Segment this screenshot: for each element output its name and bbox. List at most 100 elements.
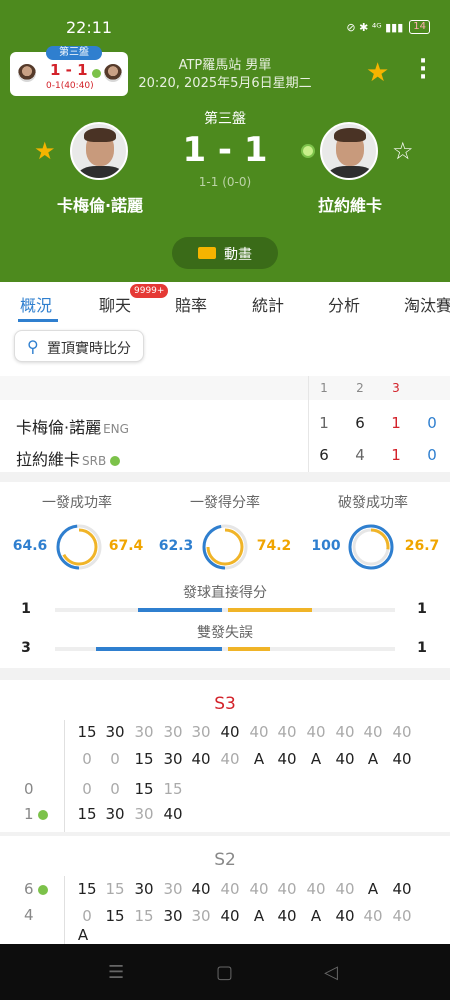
current-set-title: 第三盤 xyxy=(204,111,246,127)
point: 40 xyxy=(277,907,297,925)
pbp-set-3: S3 15 30 30 30 30 40 40 40 40 40 40 40 0… xyxy=(0,680,450,832)
pbp-s3-games-away-wrap: 1 xyxy=(24,805,54,823)
point: 15 xyxy=(77,880,97,898)
first-serve-pct-home: 64.6 xyxy=(12,538,48,554)
point: 40 xyxy=(335,750,355,768)
app-root: 22:11 ⊘ ✱ ⁴ᴳ ▮▮▮ 14 第三盤 1 - 1 0-1(40:40)… xyxy=(0,0,450,1000)
point: 15 xyxy=(134,907,154,925)
match-datetime: 20:20, 2025年5月6日星期二 xyxy=(138,76,312,91)
chat-count-badge: 9999+ xyxy=(130,284,169,298)
animation-button[interactable]: 動畫 xyxy=(172,237,278,269)
sb-home-game: 0 xyxy=(427,414,437,432)
tab-analysis[interactable]: 分析 xyxy=(328,292,360,316)
double-faults-bar-home xyxy=(96,647,222,651)
sb-away-name: 拉約維卡 SRB xyxy=(16,446,121,470)
away-favorite-star-icon[interactable]: ☆ xyxy=(392,137,414,165)
mini-score-card[interactable]: 第三盤 1 - 1 0-1(40:40) xyxy=(10,46,128,96)
serve-indicator-icon xyxy=(37,809,48,820)
home-nav-icon[interactable]: ▢ xyxy=(216,962,233,983)
signal-icons: ⊘ ✱ ⁴ᴳ ▮▮▮ xyxy=(346,20,404,34)
status-icons: ⊘ ✱ ⁴ᴳ ▮▮▮ 14 xyxy=(346,20,430,34)
home-player-avatar[interactable] xyxy=(70,122,128,180)
pbp-s2-games-home: 6 xyxy=(24,880,34,898)
point: 40 xyxy=(335,880,355,898)
pin-live-score-button[interactable]: ⚲ 置頂實時比分 xyxy=(14,330,144,362)
point: 40 xyxy=(363,723,383,741)
home-favorite-star-icon[interactable]: ★ xyxy=(34,137,56,165)
key-stats: 一發成功率 64.6 67.4 一發得分率 62.3 74.2 破發成功率 10… xyxy=(0,482,450,668)
point: 40 xyxy=(163,805,183,823)
away-player-name[interactable]: 拉約維卡 xyxy=(290,192,410,216)
mini-set-badge: 第三盤 xyxy=(46,46,102,60)
pbp-set-3-title: S3 xyxy=(214,694,236,714)
sb-away-s3: 1 xyxy=(391,446,401,464)
mini-away-avatar xyxy=(104,64,122,82)
menu-nav-icon[interactable]: ☰ xyxy=(108,962,124,983)
point: A xyxy=(310,750,322,768)
point: 30 xyxy=(191,907,211,925)
pbp-s2-games-home-wrap: 6 xyxy=(24,880,54,898)
more-options-icon[interactable]: · · · xyxy=(416,51,430,89)
mini-score: 1 - 1 xyxy=(50,61,88,79)
tab-chat[interactable]: 聊天 xyxy=(99,292,131,316)
first-serve-won-donut xyxy=(202,524,248,570)
sb-away-game: 0 xyxy=(427,446,437,464)
sb-away-country: SRB xyxy=(82,454,107,468)
point: 40 xyxy=(191,880,211,898)
pbp-s3-games-away: 1 xyxy=(24,805,34,823)
point: 40 xyxy=(220,880,240,898)
point: 30 xyxy=(134,880,154,898)
tab-overview[interactable]: 概況 xyxy=(20,292,52,316)
first-serve-pct-title: 一發成功率 xyxy=(42,495,112,511)
point: 15 xyxy=(105,907,125,925)
point: 15 xyxy=(77,723,97,741)
game-subscore: 1-1 (0-0) xyxy=(198,175,252,189)
tab-stats[interactable]: 統計 xyxy=(252,292,284,316)
aces-away: 1 xyxy=(417,601,427,617)
point: 40 xyxy=(306,723,326,741)
point: 0 xyxy=(110,780,120,798)
point: 0 xyxy=(110,750,120,768)
away-player-avatar[interactable] xyxy=(320,122,378,180)
point: A xyxy=(253,750,265,768)
point: 30 xyxy=(163,750,183,768)
pin-label: 置頂實時比分 xyxy=(47,341,131,357)
court-icon xyxy=(198,247,216,259)
point: 40 xyxy=(220,750,240,768)
point: 40 xyxy=(191,750,211,768)
point: A xyxy=(77,926,89,944)
back-nav-icon[interactable]: ◁ xyxy=(324,962,338,983)
double-faults-bar-away xyxy=(228,647,270,651)
double-faults-title: 雙發失誤 xyxy=(197,625,253,641)
tab-knockout[interactable]: 淘汰賽 xyxy=(404,292,450,316)
home-player-name[interactable]: 卡梅倫·諾麗 xyxy=(40,192,160,216)
point: 40 xyxy=(277,880,297,898)
set-scoreboard: 1 2 3 卡梅倫·諾麗 ENG 1 6 1 0 拉約維卡 SRB 6 4 1 0 xyxy=(0,376,450,472)
favorite-star-icon[interactable]: ★ xyxy=(366,58,389,88)
sb-away-s1: 6 xyxy=(319,446,329,464)
pbp-divider xyxy=(64,876,65,944)
point: A xyxy=(367,750,379,768)
first-serve-pct-donut xyxy=(56,524,102,570)
tab-bar: 概況 聊天 賠率 統計 分析 淘汰賽 xyxy=(0,282,450,322)
set-col-2: 2 xyxy=(356,381,364,395)
point: 40 xyxy=(306,880,326,898)
point: A xyxy=(253,907,265,925)
point: 30 xyxy=(163,723,183,741)
pbp-set-2: S2 6 4 15 15 30 30 40 40 40 40 40 40 A 4… xyxy=(0,836,450,944)
pbp-s2-games-away: 4 xyxy=(24,906,34,924)
status-time: 22:11 xyxy=(66,18,113,37)
match-header: 22:11 ⊘ ✱ ⁴ᴳ ▮▮▮ 14 第三盤 1 - 1 0-1(40:40)… xyxy=(0,0,450,282)
serving-ball-icon xyxy=(301,144,315,158)
point: 15 xyxy=(134,750,154,768)
tab-odds[interactable]: 賠率 xyxy=(175,292,207,316)
set-col-3: 3 xyxy=(392,381,400,395)
break-pct-away: 26.7 xyxy=(404,538,440,554)
sb-home-country: ENG xyxy=(103,422,129,436)
scoreboard-header: 1 2 3 xyxy=(0,376,450,400)
point: 40 xyxy=(277,750,297,768)
aces-home: 1 xyxy=(21,601,31,617)
point: 15 xyxy=(134,780,154,798)
point: 40 xyxy=(220,907,240,925)
point: 30 xyxy=(134,723,154,741)
